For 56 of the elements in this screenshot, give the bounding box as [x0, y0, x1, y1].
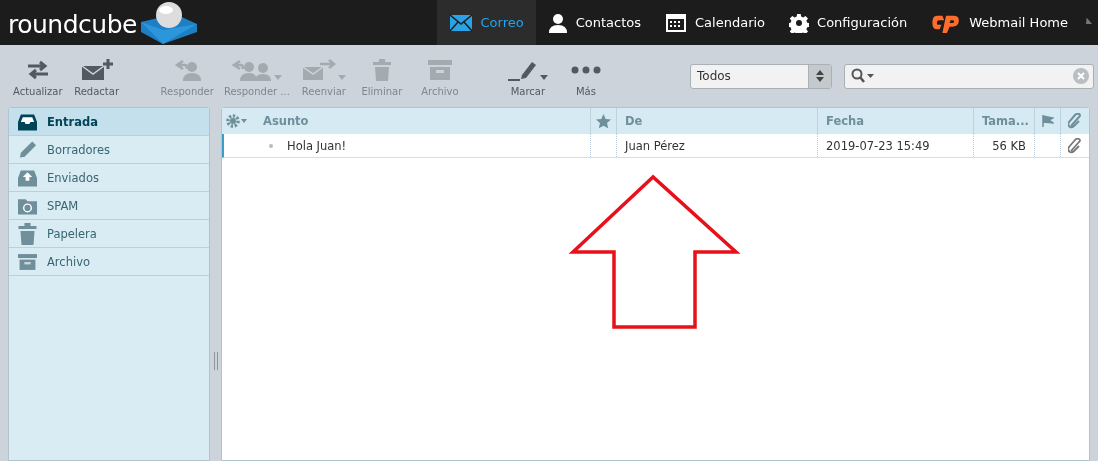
archive-box-icon [427, 59, 452, 80]
mail-icon [448, 13, 473, 32]
filter-dropdown[interactable]: Todos [690, 63, 832, 89]
folder-item[interactable]: Archivo [9, 248, 209, 276]
pencil-icon [18, 139, 37, 160]
collapse-caret-icon[interactable] [1086, 17, 1092, 24]
outbox-icon [18, 168, 37, 187]
recycle-folder-icon [18, 196, 37, 215]
toolbar-button[interactable]: Más [556, 55, 615, 97]
splitter-handle[interactable] [213, 352, 218, 370]
archive-box-icon [18, 251, 37, 272]
calendar-icon [665, 12, 688, 33]
logo-text: roundcube [8, 10, 137, 41]
paperclip-icon[interactable] [1068, 113, 1082, 129]
nav-tab[interactable]: Configuración [777, 0, 920, 45]
folder-item[interactable]: SPAM [9, 192, 209, 220]
message-sender: Juan Pérez [625, 138, 685, 153]
inbox-icon [18, 112, 37, 131]
folder-item[interactable]: Enviados [9, 164, 209, 192]
settings-icon [789, 12, 810, 33]
column-header[interactable]: Tama... [974, 108, 1035, 134]
nav-tab[interactable]: Correo [436, 0, 536, 45]
column-header[interactable]: De [617, 108, 818, 134]
nav-tab[interactable]: Calendario [653, 0, 778, 45]
trash-icon [372, 58, 391, 81]
trash-icon [18, 222, 37, 245]
search-field[interactable] [844, 63, 1094, 89]
toolbar-button[interactable]: Redactar [67, 55, 126, 97]
message-row[interactable]: Hola Juan! Juan Pérez 2019-07-23 15:49 56 KB [222, 134, 1089, 158]
folder-item[interactable]: Borradores [9, 136, 209, 164]
toolbar-button[interactable]: Marcar [498, 55, 557, 97]
folder-item[interactable]: Entrada [9, 108, 209, 136]
more-dots-icon [570, 65, 601, 74]
message-subject: Hola Juan! [287, 138, 347, 153]
message-date: 2019-07-23 15:49 [826, 138, 930, 153]
flag-icon[interactable] [1041, 115, 1054, 127]
read-status-icon [269, 143, 273, 148]
column-header[interactable]: Asunto [255, 108, 591, 134]
person-icon [547, 12, 568, 33]
nav-tab[interactable]: Contactos [535, 0, 654, 45]
cube-logo-icon [138, 0, 199, 46]
column-header[interactable]: Fecha [818, 108, 974, 134]
star-icon[interactable] [596, 113, 611, 129]
toolbar-button[interactable]: Actualizar [8, 55, 68, 97]
reply-icon [173, 58, 202, 81]
folder-item[interactable]: Papelera [9, 220, 209, 248]
reply-all-icon [231, 58, 272, 81]
compose-icon [80, 58, 113, 81]
up-down-caret-icon [816, 70, 824, 82]
search-icon [851, 68, 875, 84]
settings-icon[interactable] [226, 114, 248, 128]
message-size: 56 KB [992, 138, 1026, 153]
forward-icon [301, 58, 336, 81]
swap-arrows-icon [25, 59, 50, 80]
nav-tab[interactable]: Webmail Home [919, 0, 1080, 45]
clear-icon[interactable] [1073, 68, 1089, 84]
